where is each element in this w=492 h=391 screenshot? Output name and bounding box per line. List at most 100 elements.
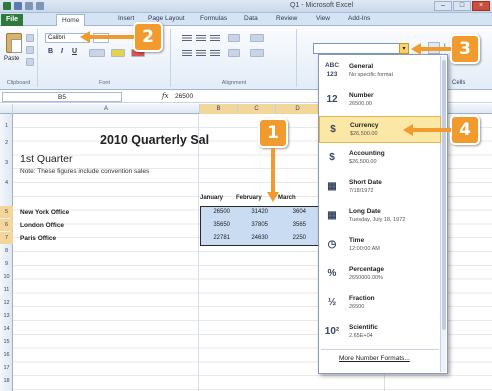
cell-value[interactable]: 26500 (206, 209, 230, 215)
save-icon[interactable] (14, 2, 22, 10)
menu-item-percentage[interactable]: % Percentage 2650000.00% (319, 261, 441, 288)
row-header[interactable]: 8 (0, 245, 13, 257)
menu-item-long-date[interactable]: ▦ Long Date Tuesday, July 18, 1972 (319, 203, 441, 230)
merge-center-icon[interactable] (250, 49, 264, 57)
cell-value[interactable]: 35650 (206, 222, 230, 228)
row-header[interactable]: 2 (0, 137, 13, 149)
menu-item-fraction[interactable]: ½ Fraction 26500 (319, 290, 441, 317)
cell-value[interactable]: 3565 (282, 222, 306, 228)
paste-label[interactable]: Paste (4, 56, 19, 62)
sheet-note[interactable]: Note: These figures include convention s… (20, 167, 200, 177)
alignment-group: Alignment (172, 29, 297, 87)
italic-icon[interactable]: I (61, 48, 63, 55)
row-header[interactable]: 12 (0, 297, 13, 309)
row-header[interactable]: 14 (0, 323, 13, 335)
tab-view[interactable]: View (316, 15, 330, 22)
month-header-january[interactable]: January (200, 195, 223, 201)
menu-item-time[interactable]: ◷ Time 12:00:00 AM (319, 232, 441, 259)
number-format-combobox[interactable] (313, 43, 408, 54)
close-button[interactable]: × (472, 1, 490, 11)
menu-item-scientific[interactable]: 10² Scientific 2.65E+04 (319, 319, 441, 346)
row-header[interactable]: 15 (0, 336, 13, 348)
menu-item-general[interactable]: ABC 123 General No specific format (319, 58, 441, 85)
row-header[interactable]: 4 (0, 177, 13, 189)
menu-item-label: Fraction (349, 295, 375, 302)
redo-icon[interactable] (36, 2, 44, 10)
menu-item-number[interactable]: 12 Number 26500.00 (319, 87, 441, 114)
align-top-icon[interactable] (182, 35, 192, 41)
align-right-icon[interactable] (210, 50, 220, 56)
indent-icon[interactable] (228, 49, 240, 57)
align-left-icon[interactable] (182, 50, 192, 56)
month-header-march[interactable]: March (278, 195, 296, 201)
undo-icon[interactable] (25, 2, 33, 10)
cell-value[interactable]: 2250 (282, 235, 306, 241)
row-header[interactable]: 3 (0, 157, 13, 169)
tab-review[interactable]: Review (276, 15, 297, 22)
ribbon-tab-row: File Home Insert Page Layout Formulas Da… (0, 13, 492, 26)
office-name[interactable]: New York Office (20, 209, 69, 216)
cell-value[interactable]: 37805 (244, 222, 268, 228)
row-header[interactable]: 9 (0, 258, 13, 270)
format-painter-icon[interactable] (26, 58, 34, 66)
long-date-icon: ▦ (327, 210, 337, 221)
cell-value[interactable]: 31420 (244, 209, 268, 215)
fill-color-icon[interactable] (111, 49, 125, 57)
row-header[interactable]: 16 (0, 349, 13, 361)
menu-item-label: Percentage (349, 266, 385, 273)
row-header[interactable]: 11 (0, 284, 13, 296)
align-middle-icon[interactable] (196, 35, 206, 41)
copy-icon[interactable] (26, 46, 34, 54)
row-header[interactable]: 18 (0, 375, 13, 387)
office-name[interactable]: London Office (20, 222, 64, 229)
tab-data[interactable]: Data (244, 15, 258, 22)
column-header-a[interactable]: A (13, 104, 200, 114)
row-header[interactable]: 10 (0, 271, 13, 283)
tab-home[interactable]: Home (56, 14, 86, 26)
number-format-dropdown-arrow[interactable]: ▾ (399, 43, 409, 54)
fx-icon[interactable]: fx (162, 92, 169, 100)
maximize-button[interactable]: □ (453, 1, 471, 11)
month-header-february[interactable]: February (236, 195, 262, 201)
align-center-icon[interactable] (196, 50, 206, 56)
menu-scrollbar-thumb[interactable] (442, 60, 446, 330)
select-all-corner[interactable] (0, 104, 13, 114)
more-number-formats-link[interactable]: More Number Formats... (339, 355, 410, 362)
file-tab[interactable]: File (1, 14, 23, 26)
underline-icon[interactable]: U (72, 48, 77, 55)
align-bottom-icon[interactable] (210, 35, 220, 41)
name-box[interactable]: B5 (2, 92, 122, 102)
tab-add-ins[interactable]: Add-Ins (348, 15, 370, 22)
office-name[interactable]: Paris Office (20, 235, 56, 242)
menu-item-short-date[interactable]: ▦ Short Date 7/18/1972 (319, 174, 441, 201)
tab-insert[interactable]: Insert (118, 15, 134, 22)
row-header[interactable]: 1 (0, 120, 13, 132)
sheet-subtitle[interactable]: 1st Quarter (20, 153, 73, 165)
row-header[interactable]: 17 (0, 362, 13, 374)
bold-icon[interactable]: B (48, 48, 53, 55)
cut-icon[interactable] (26, 34, 34, 42)
borders-icon[interactable] (89, 49, 105, 57)
row-header[interactable]: 6 (0, 219, 13, 231)
formula-input[interactable]: 26500 (175, 92, 193, 102)
row-header[interactable]: 5 (0, 206, 13, 218)
menu-item-label: Accounting (349, 150, 385, 157)
wrap-text-icon[interactable] (250, 34, 264, 42)
row-header[interactable]: 13 (0, 310, 13, 322)
paste-icon[interactable] (6, 33, 22, 53)
tab-page-layout[interactable]: Page Layout (148, 15, 185, 22)
column-header-c[interactable]: C (238, 104, 276, 114)
menu-item-accounting[interactable]: $ Accounting $26,500.00 (319, 145, 441, 172)
tab-formulas[interactable]: Formulas (200, 15, 227, 22)
column-header-b[interactable]: B (200, 104, 238, 114)
table-row: London Office 35650 37805 3565 (20, 220, 320, 232)
cell-value[interactable]: 24630 (244, 235, 268, 241)
column-header-d[interactable]: D (276, 104, 320, 114)
sheet-title[interactable]: 2010 Quarterly Sal (100, 133, 209, 147)
minimize-button[interactable]: – (434, 1, 452, 11)
orientation-icon[interactable] (228, 34, 240, 42)
cell-value[interactable]: 3604 (282, 209, 306, 215)
callout-2-arrow (88, 35, 134, 39)
row-header[interactable]: 7 (0, 232, 13, 244)
cell-value[interactable]: 22781 (206, 235, 230, 241)
